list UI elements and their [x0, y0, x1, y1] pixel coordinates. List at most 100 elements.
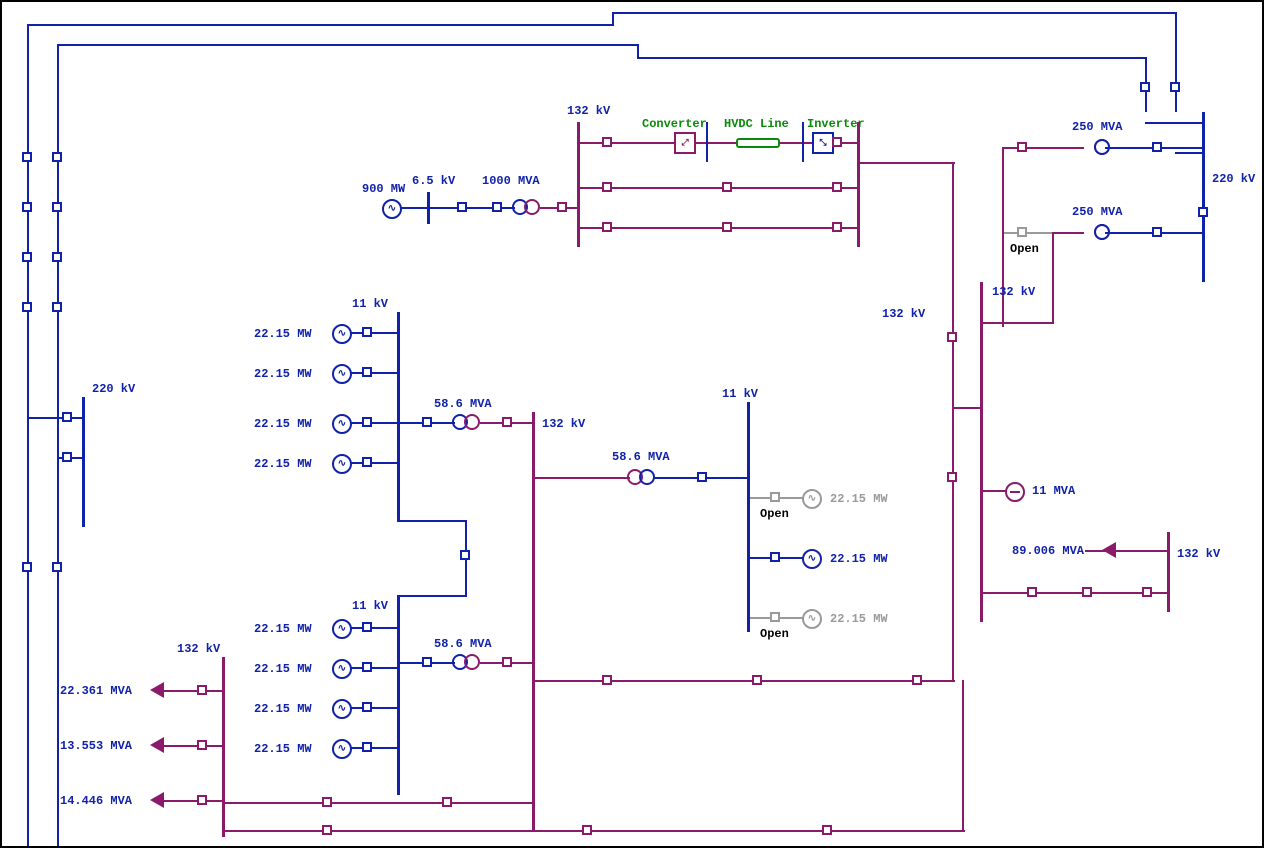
- wire: [27, 24, 612, 26]
- wire: [637, 44, 639, 58]
- breaker[interactable]: [422, 657, 432, 667]
- breaker[interactable]: [362, 327, 372, 337]
- breaker[interactable]: [492, 202, 502, 212]
- breaker[interactable]: [22, 252, 32, 262]
- breaker[interactable]: [582, 825, 592, 835]
- breaker[interactable]: [557, 202, 567, 212]
- generator-icon: ∿: [332, 659, 352, 679]
- breaker[interactable]: [912, 675, 922, 685]
- generator-icon: ∿: [332, 364, 352, 384]
- breaker[interactable]: [52, 152, 62, 162]
- breaker[interactable]: [722, 222, 732, 232]
- breaker[interactable]: [1152, 227, 1162, 237]
- label-mw: 22.15 MW: [830, 552, 888, 566]
- breaker-open[interactable]: [1017, 227, 1027, 237]
- transformer-icon: [1082, 139, 1112, 157]
- wire: [397, 595, 467, 597]
- wire: [1002, 147, 1004, 327]
- label-mw: 22.15 MW: [254, 457, 312, 471]
- label-132kv-mid: 132 kV: [882, 307, 925, 321]
- label-11kv-a: 11 kV: [352, 297, 388, 311]
- label-250mva-2: 250 MVA: [1072, 205, 1122, 219]
- breaker[interactable]: [947, 472, 957, 482]
- breaker[interactable]: [22, 202, 32, 212]
- label-mw: 22.15 MW: [254, 622, 312, 636]
- breaker[interactable]: [460, 550, 470, 560]
- breaker[interactable]: [947, 332, 957, 342]
- breaker[interactable]: [322, 825, 332, 835]
- generator-icon: ∿: [332, 699, 352, 719]
- label-open: Open: [760, 627, 789, 641]
- breaker[interactable]: [1017, 142, 1027, 152]
- bus-220kv-right: [1202, 112, 1205, 282]
- breaker[interactable]: [362, 367, 372, 377]
- breaker[interactable]: [362, 702, 372, 712]
- breaker[interactable]: [832, 222, 842, 232]
- label-58mva-c: 58.6 MVA: [612, 450, 670, 464]
- breaker[interactable]: [362, 417, 372, 427]
- breaker[interactable]: [697, 472, 707, 482]
- breaker[interactable]: [362, 662, 372, 672]
- breaker[interactable]: [752, 675, 762, 685]
- breaker[interactable]: [1170, 82, 1180, 92]
- breaker-open[interactable]: [770, 612, 780, 622]
- label-hvdc-line: HVDC Line: [724, 117, 789, 131]
- breaker[interactable]: [502, 657, 512, 667]
- breaker[interactable]: [62, 452, 72, 462]
- breaker[interactable]: [22, 152, 32, 162]
- breaker[interactable]: [457, 202, 467, 212]
- transformer-icon: [627, 469, 657, 487]
- label-mw: 22.15 MW: [254, 417, 312, 431]
- bus-132kv-center: [532, 412, 535, 832]
- wire: [57, 527, 59, 847]
- breaker[interactable]: [22, 302, 32, 312]
- breaker[interactable]: [1152, 142, 1162, 152]
- label-132kv-center: 132 kV: [542, 417, 585, 431]
- wire: [1052, 232, 1084, 234]
- breaker[interactable]: [602, 137, 612, 147]
- label-58mva-b: 58.6 MVA: [434, 637, 492, 651]
- wire: [397, 520, 467, 522]
- breaker[interactable]: [52, 252, 62, 262]
- breaker[interactable]: [197, 795, 207, 805]
- breaker[interactable]: [52, 302, 62, 312]
- breaker[interactable]: [822, 825, 832, 835]
- breaker[interactable]: [722, 182, 732, 192]
- label-open: Open: [1010, 242, 1039, 256]
- breaker[interactable]: [362, 742, 372, 752]
- wire: [1002, 147, 1084, 149]
- generator-icon: ∿: [332, 414, 352, 434]
- breaker[interactable]: [832, 137, 842, 147]
- breaker[interactable]: [442, 797, 452, 807]
- breaker[interactable]: [322, 797, 332, 807]
- breaker[interactable]: [197, 740, 207, 750]
- wire: [980, 592, 1018, 594]
- breaker[interactable]: [422, 417, 432, 427]
- breaker[interactable]: [602, 675, 612, 685]
- breaker[interactable]: [197, 685, 207, 695]
- breaker[interactable]: [1140, 82, 1150, 92]
- breaker[interactable]: [1198, 207, 1208, 217]
- breaker[interactable]: [602, 222, 612, 232]
- label-132kv-left: 132 kV: [177, 642, 220, 656]
- breaker[interactable]: [362, 622, 372, 632]
- breaker[interactable]: [362, 457, 372, 467]
- breaker[interactable]: [1142, 587, 1152, 597]
- generator-icon-open: ∿: [802, 489, 822, 509]
- wire: [27, 527, 29, 847]
- breaker[interactable]: [52, 562, 62, 572]
- breaker[interactable]: [770, 552, 780, 562]
- wire: [350, 747, 398, 749]
- breaker-open[interactable]: [770, 492, 780, 502]
- breaker[interactable]: [62, 412, 72, 422]
- wire: [802, 122, 804, 162]
- breaker[interactable]: [502, 417, 512, 427]
- wire: [27, 417, 84, 419]
- breaker[interactable]: [832, 182, 842, 192]
- breaker[interactable]: [52, 202, 62, 212]
- breaker[interactable]: [22, 562, 32, 572]
- breaker[interactable]: [602, 182, 612, 192]
- breaker[interactable]: [1027, 587, 1037, 597]
- breaker[interactable]: [1082, 587, 1092, 597]
- converter-icon: ⤢: [674, 132, 696, 154]
